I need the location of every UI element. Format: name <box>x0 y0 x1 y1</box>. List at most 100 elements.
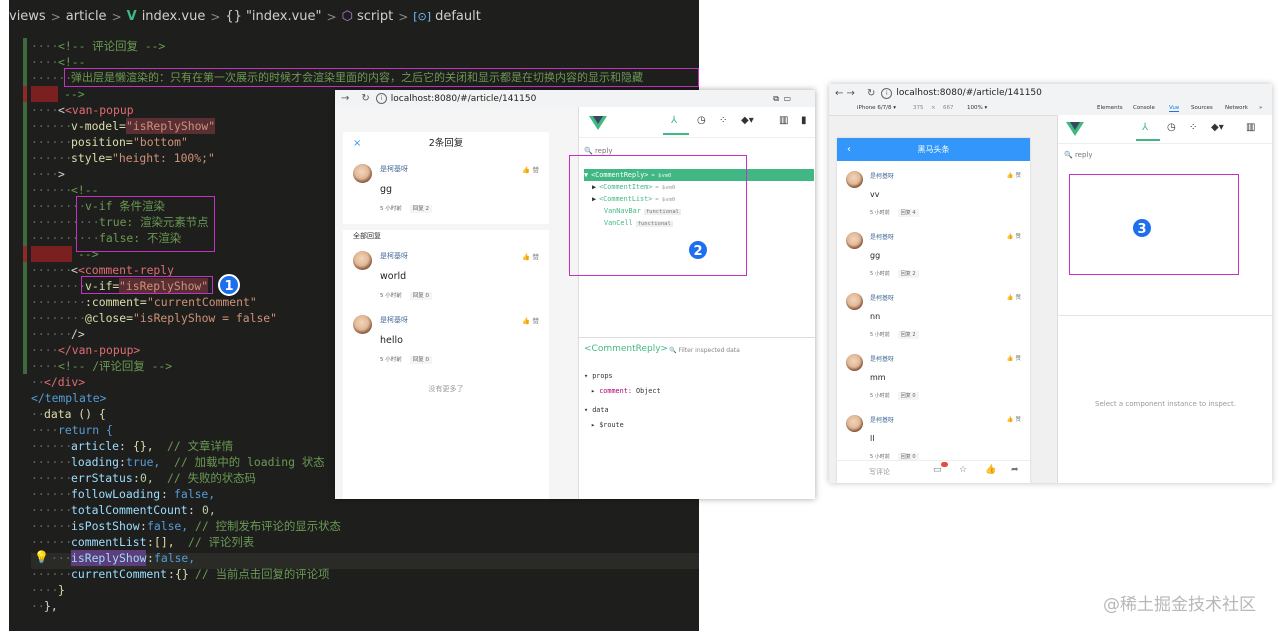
history-icon[interactable]: ◷ <box>697 115 706 126</box>
filter-input[interactable]: 🔍 reply <box>584 147 613 155</box>
symbol-variable-icon: [⊙] <box>413 10 432 23</box>
like-button[interactable]: 👍 赞 <box>1007 415 1021 423</box>
active-tab-indicator <box>1136 139 1160 141</box>
width-input[interactable]: 375 <box>913 105 924 111</box>
back-arrow-icon[interactable]: ‹ <box>847 138 851 161</box>
avatar <box>846 415 863 432</box>
height-input[interactable]: 667 <box>943 105 954 111</box>
vue-logo-icon <box>589 116 607 130</box>
translate-icon[interactable]: ⧉ <box>773 94 779 104</box>
json-braces-icon: {} <box>225 9 242 24</box>
code-line: 💡 ···· isReplyShow: false, <box>34 550 196 566</box>
back-arrow-icon[interactable]: → <box>341 93 349 104</box>
like-icon[interactable]: 👍 <box>985 465 996 475</box>
code-line: ····} <box>31 583 65 597</box>
highlight-box-comment <box>64 68 699 87</box>
nav-bar: ‹ 黑马头条 <box>837 138 1030 161</box>
browser-window-mobile: ← → ↻ i localhost:8080/#/article/141150 i… <box>829 84 1272 483</box>
device-select[interactable]: iPhone 6/7/8 ▾ <box>857 105 896 111</box>
breadcrumb-views[interactable]: views <box>9 9 46 24</box>
highlight-box-vif-attr <box>81 276 213 294</box>
article-page: ‹ 黑马头条 是柯基呀 👍 赞 vv 5 小时前 回复 4 是柯基呀 👍 赞 gg… <box>837 138 1030 483</box>
vue-devtools-panel: ⅄ ◷ ⁘ ◆▾ ▥ 🔍 reply Select a component in… <box>1057 115 1272 483</box>
filter-input[interactable]: 🔍 reply <box>1064 151 1093 159</box>
url-field[interactable]: i localhost:8080/#/article/141150 <box>375 93 536 104</box>
code-line: ······ commentList: [],// 评论列表 <box>31 535 255 549</box>
like-button[interactable]: 👍 赞 <box>1007 293 1021 301</box>
tab-network[interactable]: Network <box>1225 105 1248 111</box>
reload-icon[interactable]: ↻ <box>361 93 369 104</box>
divider <box>343 224 549 230</box>
router-icon[interactable]: ◆▾ <box>1211 122 1224 133</box>
highlight-box-tree <box>569 155 747 276</box>
git-gutter-added <box>23 38 27 54</box>
prop-row[interactable]: ▸ comment: Object <box>591 387 661 395</box>
reply-popup: × 2条回复 是柯基呀 👍 赞 gg 5 小时前 回复 2 全部回复 是柯基呀 👍… <box>343 132 549 499</box>
list-item: 是柯基呀 👍 赞 hello 5 小时前 回复 0 <box>343 311 549 371</box>
zoom-select[interactable]: 100% ▾ <box>967 105 987 111</box>
breadcrumb-file[interactable]: index.vue <box>142 9 206 24</box>
vue-file-icon: V <box>126 9 137 24</box>
performance-icon[interactable]: ⁘ <box>1189 122 1197 133</box>
avatar <box>846 171 863 188</box>
chart-icon[interactable]: ▥ <box>779 115 788 126</box>
breadcrumb-default[interactable]: default <box>435 9 481 24</box>
history-icon[interactable]: ◷ <box>1167 122 1176 133</box>
data-section[interactable]: ▾ data <box>584 406 609 414</box>
inspected-component-name: <CommentReply> <box>584 344 669 354</box>
inspector-filter-input[interactable]: 🔍 Filter inspected data <box>669 347 740 354</box>
step-badge-2: 2 <box>687 239 709 261</box>
share-icon[interactable]: ➦ <box>1011 465 1019 475</box>
like-button[interactable]: 👍 赞 <box>522 315 539 325</box>
write-comment-input[interactable]: 写评论 <box>869 467 890 477</box>
component-tree-icon[interactable]: ⅄ <box>671 115 677 126</box>
devtools-toolbar: ⅄ ◷ ⁘ ◆▾ ▥ ▮ <box>579 107 815 138</box>
list-item: 是柯基呀 👍 赞 gg 5 小时前 回复 2 <box>837 227 1030 287</box>
git-gutter-modified <box>23 86 27 102</box>
back-arrow-icon[interactable]: ← → <box>835 88 855 99</box>
breadcrumb-script[interactable]: script <box>357 9 393 24</box>
address-bar: → ↻ i localhost:8080/#/article/141150 ⧉ ▭ <box>335 90 815 108</box>
chevron-right-icon: > <box>398 9 409 24</box>
like-button[interactable]: 👍 赞 <box>1007 171 1021 179</box>
list-item: 是柯基呀 👍 赞 vv 5 小时前 回复 4 <box>837 166 1030 226</box>
tab-more[interactable]: » <box>1259 105 1262 111</box>
tab-elements[interactable]: Elements <box>1097 105 1123 111</box>
code-line: ······ isPostShow: false,// 控制发布评论的显示状态 <box>31 519 341 533</box>
breadcrumb-file-symbol[interactable]: "index.vue" <box>246 9 322 24</box>
more-icon[interactable]: ▮ <box>801 115 807 126</box>
avatar <box>353 251 372 270</box>
star-icon[interactable]: ☆ <box>959 465 967 475</box>
module-cube-icon: ⬡ <box>341 9 353 24</box>
props-section[interactable]: ▾ props <box>584 372 613 380</box>
divider <box>1058 315 1272 316</box>
code-line: ······ currentComment:{}// 当前点击回复的评论项 <box>31 567 330 581</box>
tab-console[interactable]: Console <box>1133 105 1155 111</box>
device-toolbar: iPhone 6/7/8 ▾ 375 × 667 100% ▾ Elements… <box>829 102 1272 116</box>
comment-icon[interactable]: ▭ <box>933 465 942 475</box>
no-more-text: 没有更多了 <box>428 385 464 393</box>
comment-count-badge <box>941 462 948 467</box>
breadcrumb: views > article > Vindex.vue > {} "index.vue… <box>9 0 699 33</box>
url-field[interactable]: i localhost:8080/#/article/141150 <box>881 87 1042 99</box>
performance-icon[interactable]: ⁘ <box>719 115 727 126</box>
tab-sources[interactable]: Sources <box>1191 105 1213 111</box>
tab-vue[interactable]: Vue <box>1169 105 1180 112</box>
reload-icon[interactable]: ↻ <box>867 88 875 99</box>
breadcrumb-article[interactable]: article <box>66 9 107 24</box>
like-button[interactable]: 👍 赞 <box>1007 354 1021 362</box>
chart-icon[interactable]: ▥ <box>1246 122 1255 133</box>
router-icon[interactable]: ◆▾ <box>741 115 754 126</box>
nav-title: 黑马头条 <box>917 145 950 154</box>
like-button[interactable]: 👍 赞 <box>522 164 539 174</box>
like-button[interactable]: 👍 赞 <box>522 251 539 261</box>
lightbulb-icon[interactable]: 💡 <box>34 550 49 564</box>
like-button[interactable]: 👍 赞 <box>1007 232 1021 240</box>
active-tab-indicator <box>663 133 689 135</box>
data-row[interactable]: ▸ $route <box>591 421 624 429</box>
bottom-bar: 写评论 ▭ ☆ 👍 ➦ <box>837 460 1030 483</box>
device-toggle-icon[interactable]: ▭ <box>783 94 791 103</box>
list-item: 是柯基呀 👍 赞 mm 5 小时前 回复 0 <box>837 349 1030 409</box>
component-tree-icon[interactable]: ⅄ <box>1142 122 1148 133</box>
avatar <box>846 293 863 310</box>
